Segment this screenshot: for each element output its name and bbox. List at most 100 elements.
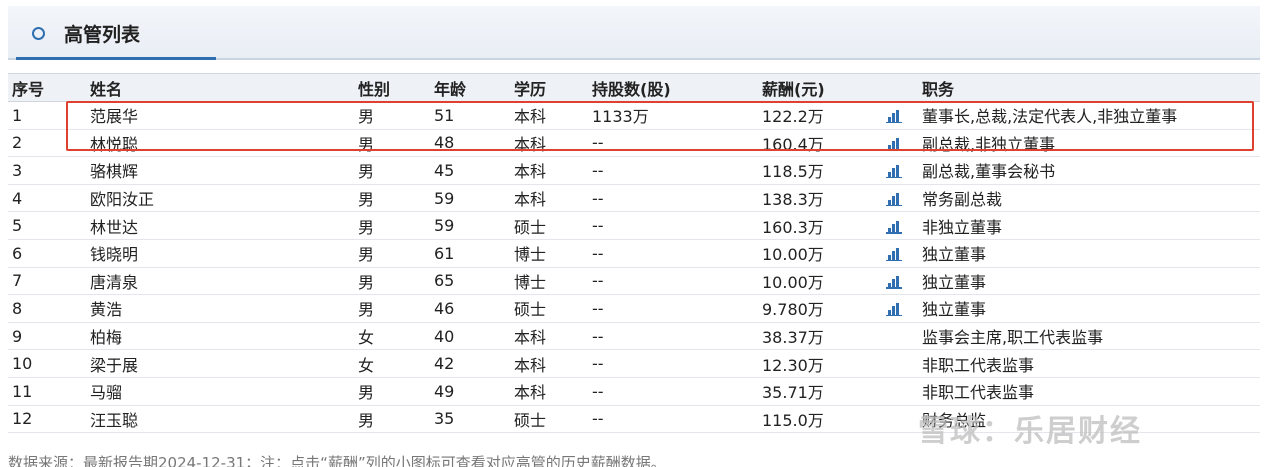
cell-position: 独立董事	[918, 267, 1260, 296]
cell-shares: --	[588, 349, 758, 378]
table-row: 1 范展华男 51 本科 1133万 122.2万 董事长,总裁,法定代表人,非独立董事	[8, 101, 1260, 130]
col-header-name: 姓名	[86, 73, 354, 102]
cell-shares: --	[588, 322, 758, 351]
cell-gender: 男	[354, 184, 430, 213]
table-row: 4 欧阳汝正男 59 本科 -- 138.3万 常务副总裁	[8, 184, 1260, 213]
cell-name: 欧阳汝正	[86, 184, 354, 213]
cell-shares: --	[588, 129, 758, 158]
cell-gender: 男	[354, 129, 430, 158]
cell-gender: 男	[354, 294, 430, 323]
col-header-education: 学历	[510, 73, 588, 102]
cell-position: 董事长,总裁,法定代表人,非独立董事	[918, 101, 1260, 130]
table-row: 5 林世达男 59 硕士 -- 160.3万 非独立董事	[8, 211, 1260, 240]
panel-title: 高管列表	[64, 24, 141, 46]
cell-position: 副总裁,董事会秘书	[918, 156, 1260, 185]
cell-age: 49	[430, 377, 510, 406]
cell-education: 硕士	[510, 211, 588, 240]
bar-chart-icon[interactable]	[886, 275, 902, 289]
table-row: 10 梁于展女 42 本科 -- 12.30万 非职工代表监事	[8, 349, 1260, 378]
cell-gender: 女	[354, 322, 430, 351]
cell-salary: 10.00万	[758, 239, 882, 268]
cell-salary: 12.30万	[758, 349, 882, 378]
table-row: 9 柏梅女 40 本科 -- 38.37万 监事会主席,职工代表监事	[8, 322, 1260, 351]
bar-chart-icon[interactable]	[886, 164, 902, 179]
cell-shares: 1133万	[588, 101, 758, 130]
bar-chart-icon[interactable]	[886, 247, 902, 262]
cell-gender: 男	[354, 405, 430, 434]
cell-gender: 男	[354, 101, 430, 130]
cell-salary: 35.71万	[758, 377, 882, 406]
cell-shares: --	[588, 239, 758, 268]
cell-salary: 38.37万	[758, 322, 882, 351]
cell-salary: 160.4万	[758, 129, 882, 158]
cell-education: 博士	[510, 239, 588, 268]
cell-salary: 115.0万	[758, 405, 882, 434]
cell-no: 12	[8, 405, 86, 434]
cell-position: 非职工代表监事	[918, 377, 1260, 406]
watermark-text: 雪球：乐居财经	[918, 414, 1142, 449]
cell-gender: 男	[354, 267, 430, 296]
cell-shares: --	[588, 156, 758, 185]
table-row: 2 林悦聪男 48 本科 -- 160.4万 副总裁,非独立董事	[8, 129, 1260, 158]
cell-no: 8	[8, 294, 86, 323]
title-underline	[16, 57, 216, 60]
cell-shares: --	[588, 377, 758, 406]
cell-no: 7	[8, 267, 86, 296]
bar-chart-icon[interactable]	[886, 109, 902, 124]
cell-age: 42	[430, 349, 510, 378]
cell-chart	[882, 101, 918, 130]
cell-no: 10	[8, 349, 86, 378]
table-row: 8 黄浩男 46 硕士 -- 9.780万 独立董事	[8, 294, 1260, 323]
cell-education: 本科	[510, 101, 588, 130]
executive-table: 序号 姓名 性别 年龄 学历 持股数(股) 薪酬(元) 职务 1 范展华男 51 本科…	[8, 73, 1260, 434]
cell-no: 11	[8, 377, 86, 406]
cell-education: 本科	[510, 349, 588, 378]
cell-chart	[882, 239, 918, 268]
cell-chart	[882, 349, 918, 378]
col-header-shares: 持股数(股)	[588, 73, 758, 102]
cell-name: 马骝	[86, 377, 354, 406]
cell-education: 本科	[510, 322, 588, 351]
col-header-no: 序号	[8, 73, 86, 102]
cell-chart	[882, 184, 918, 213]
cell-position: 副总裁,非独立董事	[918, 129, 1260, 158]
cell-position: 独立董事	[918, 294, 1260, 323]
cell-age: 59	[430, 211, 510, 240]
cell-name: 梁于展	[86, 349, 354, 378]
cell-position: 非独立董事	[918, 211, 1260, 240]
cell-salary: 138.3万	[758, 184, 882, 213]
cell-salary: 122.2万	[758, 101, 882, 130]
cell-position: 独立董事	[918, 239, 1260, 268]
cell-shares: --	[588, 405, 758, 434]
cell-salary: 9.780万	[758, 294, 882, 323]
table-row: 3 骆棋辉男 45 本科 -- 118.5万 副总裁,董事会秘书	[8, 156, 1260, 185]
cell-age: 65	[430, 267, 510, 296]
cell-shares: --	[588, 267, 758, 296]
cell-age: 48	[430, 129, 510, 158]
cell-name: 范展华	[86, 101, 354, 130]
cell-chart	[882, 156, 918, 185]
cell-gender: 男	[354, 239, 430, 268]
cell-name: 黄浩	[86, 294, 354, 323]
cell-name: 柏梅	[86, 322, 354, 351]
cell-age: 61	[430, 239, 510, 268]
cell-gender: 男	[354, 377, 430, 406]
cell-age: 40	[430, 322, 510, 351]
cell-age: 59	[430, 184, 510, 213]
cell-shares: --	[588, 294, 758, 323]
cell-no: 5	[8, 211, 86, 240]
cell-chart	[882, 322, 918, 351]
table-header-row: 序号 姓名 性别 年龄 学历 持股数(股) 薪酬(元) 职务	[8, 73, 1260, 102]
bar-chart-icon[interactable]	[886, 192, 902, 207]
cell-education: 博士	[510, 267, 588, 296]
cell-name: 汪玉聪	[86, 405, 354, 434]
cell-no: 3	[8, 156, 86, 185]
bar-chart-icon[interactable]	[886, 137, 902, 151]
bar-chart-icon[interactable]	[886, 220, 902, 234]
table-row: 7 唐清泉男 65 博士 -- 10.00万 独立董事	[8, 267, 1260, 296]
bar-chart-icon[interactable]	[886, 302, 902, 317]
panel-header: 高管列表	[8, 6, 1260, 60]
data-source-footnote: 数据来源：最新报告期2024-12-31；注：点击“薪酬”列的小图标可查看对应高…	[8, 454, 666, 467]
cell-chart	[882, 294, 918, 323]
cell-chart	[882, 405, 918, 434]
